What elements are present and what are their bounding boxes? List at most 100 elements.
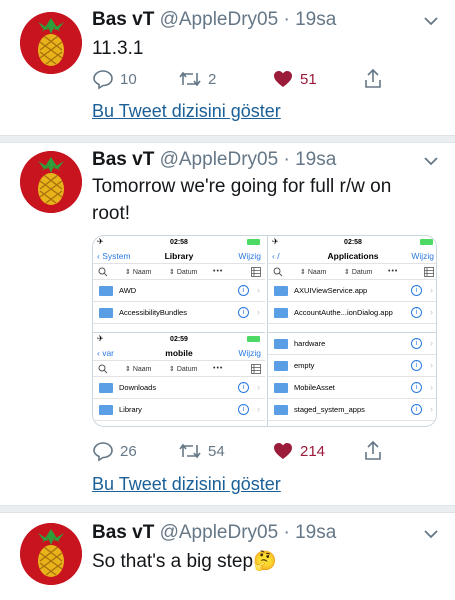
reply-count: 10 bbox=[120, 70, 137, 88]
sort-date-label: Datum bbox=[176, 365, 198, 373]
share-icon bbox=[365, 68, 381, 88]
status-bar: ✈ 02:58 bbox=[268, 236, 436, 248]
airplane-icon: ✈ bbox=[97, 237, 104, 246]
info-icon: i bbox=[411, 360, 422, 371]
author-name[interactable]: Bas vT bbox=[92, 149, 154, 170]
battery-icon bbox=[420, 239, 433, 245]
chevron-right-icon: › bbox=[257, 307, 260, 317]
sort-date: ⇕ Datum bbox=[169, 268, 198, 276]
retweet-button[interactable]: 2 bbox=[178, 66, 216, 92]
list-item: empty i › bbox=[268, 355, 436, 377]
info-icon: i bbox=[411, 404, 422, 415]
like-count: 51 bbox=[300, 70, 317, 88]
list-view-icon bbox=[251, 364, 261, 374]
folder-icon bbox=[274, 383, 288, 393]
list-item: AXUIViewService.app i › bbox=[268, 280, 436, 302]
screenshot-pane-library: ✈ 02:58 ‹ System Library Wijzig ⇕ Naam ⇕ Da… bbox=[93, 236, 265, 332]
folder-icon bbox=[274, 308, 288, 318]
tweet-header: Bas vT @AppleDry05 · 19sa bbox=[92, 521, 336, 545]
avatar[interactable] bbox=[20, 151, 82, 213]
more-icon: ••• bbox=[213, 268, 224, 275]
battery-icon bbox=[247, 239, 260, 245]
tweet-divider bbox=[0, 135, 455, 143]
folder-icon bbox=[274, 286, 288, 296]
like-button[interactable]: 214 bbox=[272, 438, 325, 464]
screenshot-pane-mobile: ✈ 02:59 ‹ var mobile Wijzig ⇕ Naam ⇕ Datum … bbox=[93, 332, 265, 426]
author-name[interactable]: Bas vT bbox=[92, 9, 154, 30]
chevron-right-icon: › bbox=[430, 285, 433, 295]
tweet-time[interactable]: 19sa bbox=[295, 9, 336, 30]
file-name: AXUIViewService.app bbox=[294, 286, 368, 295]
info-icon: i bbox=[238, 382, 249, 393]
share-button[interactable] bbox=[362, 66, 384, 92]
tweet-header: Bas vT @AppleDry05 · 19sa bbox=[92, 148, 336, 172]
list-item: AccountAuthe...ionDialog.app i › bbox=[268, 302, 436, 324]
back-label: var bbox=[102, 347, 115, 358]
chevron-right-icon: › bbox=[430, 404, 433, 414]
chevron-down-icon[interactable] bbox=[423, 526, 439, 542]
list-item: Library i › bbox=[93, 399, 265, 421]
file-name: Downloads bbox=[119, 383, 157, 392]
folder-icon bbox=[274, 339, 288, 349]
reply-button[interactable]: 26 bbox=[92, 438, 137, 464]
reply-icon bbox=[93, 442, 113, 462]
airplane-icon: ✈ bbox=[272, 237, 279, 246]
sort-name: ⇕ Naam bbox=[125, 365, 152, 373]
like-button[interactable]: 51 bbox=[272, 66, 317, 92]
retweet-button[interactable]: 54 bbox=[178, 438, 225, 464]
edit-button: Wijzig bbox=[238, 347, 261, 358]
reply-icon bbox=[93, 70, 113, 90]
list-item: AccessibilityBundles i › bbox=[93, 302, 265, 324]
more-icon: ••• bbox=[213, 365, 224, 372]
chevron-right-icon: › bbox=[430, 307, 433, 317]
file-name: AWD bbox=[119, 286, 137, 295]
chevron-down-icon[interactable] bbox=[423, 153, 439, 169]
sort-name: ⇕ Naam bbox=[125, 268, 152, 276]
sort-name-label: Naam bbox=[132, 268, 152, 276]
sort-name-label: Naam bbox=[132, 365, 152, 373]
tweet-1[interactable]: Bas vT @AppleDry05 · 19sa 11.3.1 10 2 51… bbox=[0, 0, 455, 138]
back-button: ‹ System bbox=[97, 250, 131, 261]
toolbar: ⇕ Naam ⇕ Datum ••• bbox=[93, 264, 265, 280]
author-handle[interactable]: @AppleDry05 bbox=[160, 522, 279, 543]
avatar[interactable] bbox=[20, 12, 82, 74]
sort-date-label: Datum bbox=[351, 268, 373, 276]
file-name: AccountAuthe...ionDialog.app bbox=[294, 308, 393, 317]
chevron-right-icon: › bbox=[257, 382, 260, 392]
edit-button: Wijzig bbox=[411, 250, 434, 261]
list-item: AWD i › bbox=[93, 280, 265, 302]
tweet-divider bbox=[0, 505, 455, 513]
file-name: staged_system_apps bbox=[294, 405, 365, 414]
info-icon: i bbox=[411, 338, 422, 349]
battery-icon bbox=[247, 336, 260, 342]
retweet-count: 54 bbox=[208, 442, 225, 460]
separator-dot: · bbox=[278, 149, 296, 170]
chevron-down-icon[interactable] bbox=[423, 13, 439, 29]
retweet-icon bbox=[179, 443, 201, 459]
back-button: ‹ var bbox=[97, 347, 115, 358]
author-handle[interactable]: @AppleDry05 bbox=[160, 149, 279, 170]
share-icon bbox=[365, 440, 381, 460]
show-thread-link[interactable]: Bu Tweet dizisini göster bbox=[92, 474, 281, 495]
tweet-image[interactable]: ✈ 02:58 ‹ System Library Wijzig ⇕ Naam ⇕ Da… bbox=[92, 235, 437, 427]
folder-icon bbox=[274, 361, 288, 371]
tweet-header: Bas vT @AppleDry05 · 19sa bbox=[92, 8, 336, 32]
show-thread-link[interactable]: Bu Tweet dizisini göster bbox=[92, 101, 281, 122]
retweet-count: 2 bbox=[208, 70, 217, 88]
reply-button[interactable]: 10 bbox=[92, 66, 137, 92]
file-name: empty bbox=[294, 361, 315, 370]
separator-dot: · bbox=[278, 9, 296, 30]
nav-title: Library bbox=[164, 250, 194, 261]
tweet-time[interactable]: 19sa bbox=[295, 522, 336, 543]
info-icon: i bbox=[238, 404, 249, 415]
search-icon bbox=[98, 364, 108, 374]
tweet-3[interactable]: Bas vT @AppleDry05 · 19sa So that's a bi… bbox=[0, 513, 455, 600]
nav-title: Applications bbox=[327, 250, 379, 261]
tweet-time[interactable]: 19sa bbox=[295, 149, 336, 170]
avatar[interactable] bbox=[20, 523, 82, 585]
author-handle[interactable]: @AppleDry05 bbox=[160, 9, 279, 30]
toolbar: ⇕ Naam ⇕ Datum ••• bbox=[93, 361, 265, 377]
share-button[interactable] bbox=[362, 438, 384, 464]
author-name[interactable]: Bas vT bbox=[92, 522, 154, 543]
status-time: 02:59 bbox=[170, 335, 188, 343]
